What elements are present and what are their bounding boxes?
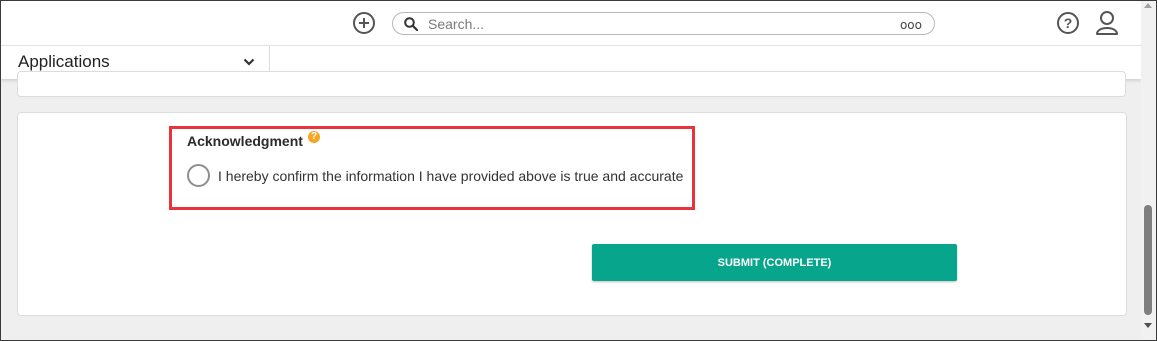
help-icon[interactable]: ?: [1057, 12, 1079, 34]
scroll-up-arrow-icon[interactable]: [1144, 3, 1152, 8]
user-icon[interactable]: [1095, 10, 1119, 36]
more-options-icon[interactable]: ooo: [900, 18, 922, 32]
scroll-down-arrow-icon[interactable]: [1144, 323, 1152, 328]
acknowledgment-radio[interactable]: [187, 164, 210, 187]
search-bar[interactable]: ooo: [392, 12, 935, 35]
scroll-thumb[interactable]: [1144, 205, 1152, 315]
applications-label: Applications: [18, 52, 110, 71]
vertical-scrollbar[interactable]: [1141, 1, 1156, 340]
submit-complete-button[interactable]: SUBMIT (COMPLETE): [592, 244, 957, 281]
info-icon[interactable]: ?: [308, 131, 320, 143]
acknowledgment-title: Acknowledgment: [187, 133, 303, 149]
app-window: ooo ? Applications Acknowledgment ? I he…: [0, 0, 1157, 341]
plus-circle-icon[interactable]: [353, 12, 375, 34]
chevron-down-icon: [243, 58, 255, 66]
acknowledgment-option-label[interactable]: I hereby confirm the information I have …: [218, 168, 683, 184]
previous-section-card: [17, 71, 1126, 97]
search-input[interactable]: [428, 15, 868, 32]
top-bar: ooo ?: [1, 1, 1141, 45]
search-icon: [404, 17, 418, 31]
